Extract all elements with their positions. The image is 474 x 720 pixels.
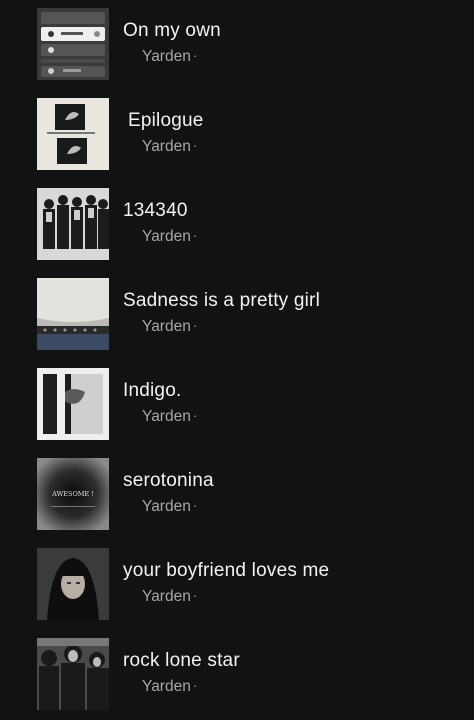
playlist-cover-awesome[interactable]: AWESOME !	[37, 458, 109, 530]
playlist-title: 134340	[123, 200, 188, 221]
playlist-cover-belt-torso[interactable]	[37, 278, 109, 350]
playlist-title: On my own	[123, 20, 221, 41]
playlist-row[interactable]: Sadness is a pretty girl Yarden ·	[0, 270, 474, 360]
separator-dot: ·	[192, 228, 198, 243]
playlist-cover-two-photos[interactable]	[37, 98, 109, 170]
playlist-owner: Yarden ·	[142, 588, 198, 605]
separator-dot: ·	[192, 498, 198, 513]
separator-dot: ·	[192, 678, 198, 693]
playlist-cover-abstract-figure[interactable]	[37, 368, 109, 440]
playlist-row[interactable]: 134340 Yarden ·	[0, 180, 474, 270]
playlist-owner: Yarden ·	[142, 228, 198, 245]
playlist-owner: Yarden ·	[142, 678, 198, 695]
playlist-owner: Yarden ·	[142, 138, 198, 155]
awesome-cover-text: AWESOME !	[51, 490, 94, 498]
playlist-title: your boyfriend loves me	[123, 560, 330, 581]
playlist-cover-group-photo[interactable]	[37, 188, 109, 260]
playlist-owner: Yarden ·	[142, 318, 198, 335]
playlist-cover-crowd[interactable]	[37, 638, 109, 710]
playlist-cover-phone-screenshot[interactable]	[37, 8, 109, 80]
playlist-row[interactable]: On my own Yarden ·	[0, 0, 474, 90]
playlist-cover-portrait[interactable]	[37, 548, 109, 620]
separator-dot: ·	[192, 138, 198, 153]
playlist-row[interactable]: AWESOME ! serotonina Yarden ·	[0, 450, 474, 540]
playlist-title: Indigo.	[123, 380, 182, 401]
separator-dot: ·	[192, 588, 198, 603]
playlist-title: serotonina	[123, 470, 214, 491]
separator-dot: ·	[192, 48, 198, 63]
playlist-owner: Yarden ·	[142, 48, 198, 65]
playlist-owner: Yarden ·	[142, 408, 198, 425]
playlist-owner: Yarden ·	[142, 498, 198, 515]
playlist-row[interactable]: your boyfriend loves me Yarden ·	[0, 540, 474, 630]
playlist-title: Epilogue	[128, 110, 204, 131]
playlist-row[interactable]: Indigo. Yarden ·	[0, 360, 474, 450]
playlist-row[interactable]: Epilogue Yarden ·	[0, 90, 474, 180]
playlist-title: Sadness is a pretty girl	[123, 290, 320, 311]
playlist-title: rock lone star	[123, 650, 240, 671]
separator-dot: ·	[192, 408, 198, 423]
separator-dot: ·	[192, 318, 198, 333]
playlist-row[interactable]: rock lone star Yarden ·	[0, 630, 474, 720]
